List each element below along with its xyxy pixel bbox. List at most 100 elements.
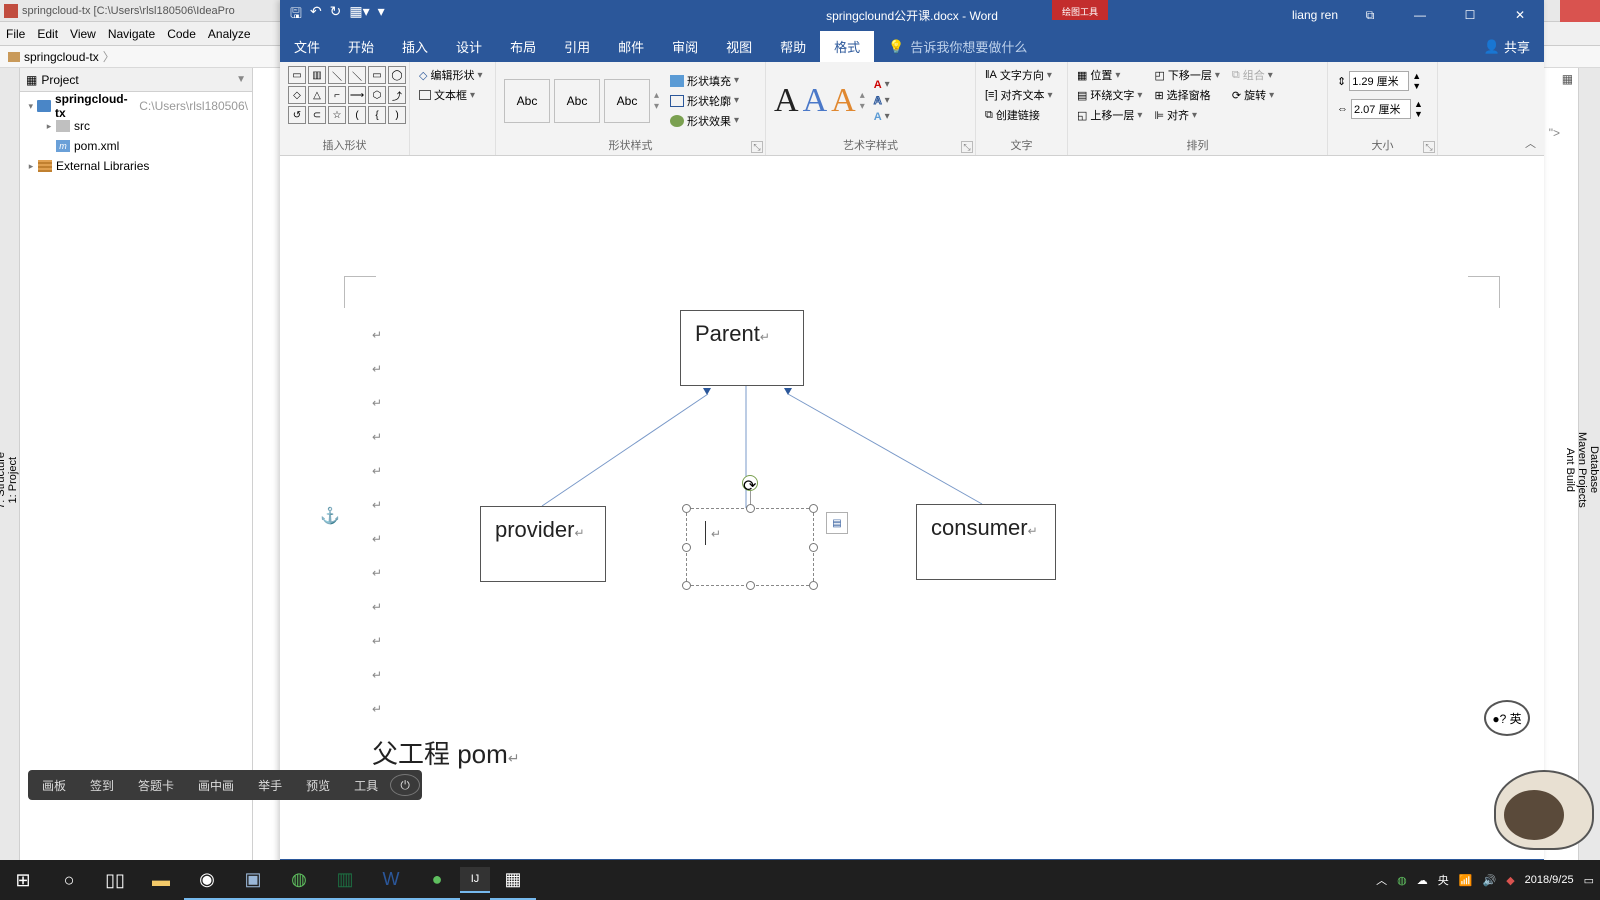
tool-database[interactable]: Database: [1588, 446, 1600, 493]
tray-date[interactable]: 2018/9/25: [1525, 874, 1574, 886]
tab-design[interactable]: 设计: [442, 31, 496, 62]
system-tray[interactable]: ︿ ◍ ☁ 央 📶 🔊 ◆ 2018/9/25 ▭: [1376, 872, 1600, 888]
align-button[interactable]: ⊫对齐▾: [1153, 106, 1220, 124]
tab-references[interactable]: 引用: [550, 31, 604, 62]
app3-icon[interactable]: ▦: [490, 860, 536, 900]
tb-raisehand[interactable]: 举手: [246, 777, 294, 794]
shape-style-1[interactable]: Abc: [504, 79, 550, 123]
intellij-left-toolbar[interactable]: 1: Project 7: Structure 2: Favorites: [0, 68, 20, 900]
floating-toolbar[interactable]: 画板 签到 答题卡 画中画 举手 预览 工具 ⏻: [28, 770, 422, 800]
rotate-button[interactable]: ⟳旋转▾: [1231, 86, 1275, 104]
resize-handle[interactable]: [682, 581, 691, 590]
tray-icon[interactable]: ☁: [1417, 874, 1428, 887]
art-style-1[interactable]: A: [774, 82, 799, 120]
file-explorer-icon[interactable]: ▬: [138, 860, 184, 900]
menu-view[interactable]: View: [70, 27, 96, 41]
resize-handle[interactable]: [809, 543, 818, 552]
tab-home[interactable]: 开始: [334, 31, 388, 62]
document-canvas[interactable]: ↵ ↵ ↵ ↵ ↵ ↵ ↵ ↵ ↵ ↵ ↵ ↵ ⚓ Parent↵: [280, 156, 1544, 859]
tray-wechat-icon[interactable]: ◍: [1397, 874, 1407, 887]
art-style-3[interactable]: A: [831, 82, 856, 120]
layout-options-icon[interactable]: ▤: [826, 512, 848, 534]
tab-review[interactable]: 审阅: [658, 31, 712, 62]
tray-wifi-icon[interactable]: 📶: [1459, 874, 1473, 887]
selected-shape[interactable]: ⟳ ↵: [686, 508, 814, 586]
tell-me[interactable]: 💡 告诉我你想要做什么: [874, 31, 1041, 62]
save-icon[interactable]: 🖫: [290, 3, 302, 27]
tool-project[interactable]: 1: Project: [7, 457, 19, 503]
word-icon[interactable]: W: [368, 860, 414, 900]
project-tree[interactable]: ▾ springcloud-tx C:\Users\rlsl180506\ ▸ …: [20, 92, 252, 180]
word-title-bar[interactable]: 🖫 ↶ ↻ ▦▾ ▾ springclound公开课.docx - Word 绘…: [280, 0, 1544, 30]
pug-mascot[interactable]: ●? 英: [1454, 710, 1594, 850]
text-fill-button[interactable]: A▾: [873, 78, 891, 92]
wechat-icon[interactable]: ◍: [276, 860, 322, 900]
page[interactable]: ↵ ↵ ↵ ↵ ↵ ↵ ↵ ↵ ↵ ↵ ↵ ↵ ⚓ Parent↵: [310, 156, 1510, 859]
menu-file[interactable]: File: [6, 27, 25, 41]
chrome-icon[interactable]: ◉: [184, 860, 230, 900]
word-tabs[interactable]: 文件 开始 插入 设计 布局 引用 邮件 审阅 视图 帮助 格式 💡 告诉我你想…: [280, 30, 1544, 62]
rotate-handle[interactable]: ⟳: [742, 475, 758, 491]
editor-icon[interactable]: ▦: [1562, 72, 1573, 86]
wrap-text-button[interactable]: ▤环绕文字▾: [1076, 86, 1143, 104]
cortana-icon[interactable]: ○: [46, 860, 92, 900]
bring-forward-button[interactable]: ◱上移一层▾: [1076, 106, 1143, 124]
collapse-ribbon-icon[interactable]: ︿: [1525, 135, 1536, 151]
tb-pip[interactable]: 画中画: [186, 777, 246, 794]
resize-handle[interactable]: [809, 504, 818, 513]
maximize-button[interactable]: ☐: [1452, 0, 1488, 30]
tree-root[interactable]: ▾ springcloud-tx C:\Users\rlsl180506\: [20, 96, 252, 116]
close-button[interactable]: ✕: [1502, 0, 1538, 30]
resize-handle[interactable]: [746, 581, 755, 590]
power-icon[interactable]: ⏻: [390, 774, 420, 796]
position-button[interactable]: ▦位置▾: [1076, 66, 1143, 84]
resize-handle[interactable]: [746, 504, 755, 513]
quick-access-toolbar[interactable]: 🖫 ↶ ↻ ▦▾ ▾: [280, 3, 395, 27]
redo-icon[interactable]: ↻: [330, 3, 342, 27]
tab-view[interactable]: 视图: [712, 31, 766, 62]
chevron-down-icon[interactable]: ▼: [236, 74, 246, 85]
text-effects-button[interactable]: A▾: [873, 110, 891, 124]
tree-pom[interactable]: m pom.xml: [20, 136, 252, 156]
resize-handle[interactable]: [809, 581, 818, 590]
intellij-icon[interactable]: IJ: [460, 867, 490, 893]
menu-edit[interactable]: Edit: [37, 27, 58, 41]
edit-shape-button[interactable]: ◇编辑形状▾: [418, 66, 484, 84]
group-button[interactable]: ⧉组合▾: [1231, 66, 1275, 84]
app-icon[interactable]: ▣: [230, 860, 276, 900]
tb-preview[interactable]: 预览: [294, 777, 342, 794]
height-input[interactable]: ⇕▲▼: [1336, 70, 1424, 92]
minimize-button[interactable]: —: [1402, 0, 1438, 30]
tray-ime-icon[interactable]: 央: [1438, 872, 1449, 888]
width-input[interactable]: ⇔▲▼: [1336, 98, 1424, 120]
undo-icon[interactable]: ↶: [310, 3, 322, 27]
tb-tools[interactable]: 工具: [342, 777, 390, 794]
excel-icon[interactable]: ▥: [322, 860, 368, 900]
text-outline-button[interactable]: A▾: [873, 94, 891, 108]
title-right-controls[interactable]: liang ren ⧉ — ☐ ✕: [1292, 0, 1544, 30]
tray-up-icon[interactable]: ︿: [1376, 872, 1387, 888]
tab-layout[interactable]: 布局: [496, 31, 550, 62]
tool-ant[interactable]: Ant Build: [1564, 448, 1576, 492]
menu-analyze[interactable]: Analyze: [208, 27, 251, 41]
selection-pane-button[interactable]: ⊞选择窗格: [1153, 86, 1220, 104]
ribbon[interactable]: ▭▥＼＼▭◯ ◇△⌐⟶⬡⤴ ↺⊂☆({) 插入形状 ◇编辑形状▾ 文本框▾ Ab…: [280, 62, 1544, 156]
tb-canvas[interactable]: 画板: [30, 777, 78, 794]
dialog-launcher-icon[interactable]: ⤡: [751, 141, 763, 153]
resize-handle[interactable]: [682, 543, 691, 552]
tab-mail[interactable]: 邮件: [604, 31, 658, 62]
dialog-launcher-icon[interactable]: ⤡: [1423, 141, 1435, 153]
provider-box[interactable]: provider↵: [480, 506, 606, 582]
intellij-close-button[interactable]: [1560, 0, 1600, 22]
notifications-icon[interactable]: ▭: [1584, 874, 1594, 887]
shape-effects-button[interactable]: 形状效果▾: [669, 112, 740, 130]
ribbon-options-icon[interactable]: ⧉: [1352, 0, 1388, 30]
tab-insert[interactable]: 插入: [388, 31, 442, 62]
tab-help[interactable]: 帮助: [766, 31, 820, 62]
art-style-2[interactable]: A: [803, 82, 828, 120]
tb-signin[interactable]: 签到: [78, 777, 126, 794]
tab-file[interactable]: 文件: [280, 31, 334, 62]
consumer-box[interactable]: consumer↵: [916, 504, 1056, 580]
tool-maven[interactable]: Maven Projects: [1576, 432, 1588, 508]
parent-box[interactable]: Parent↵: [680, 310, 804, 386]
